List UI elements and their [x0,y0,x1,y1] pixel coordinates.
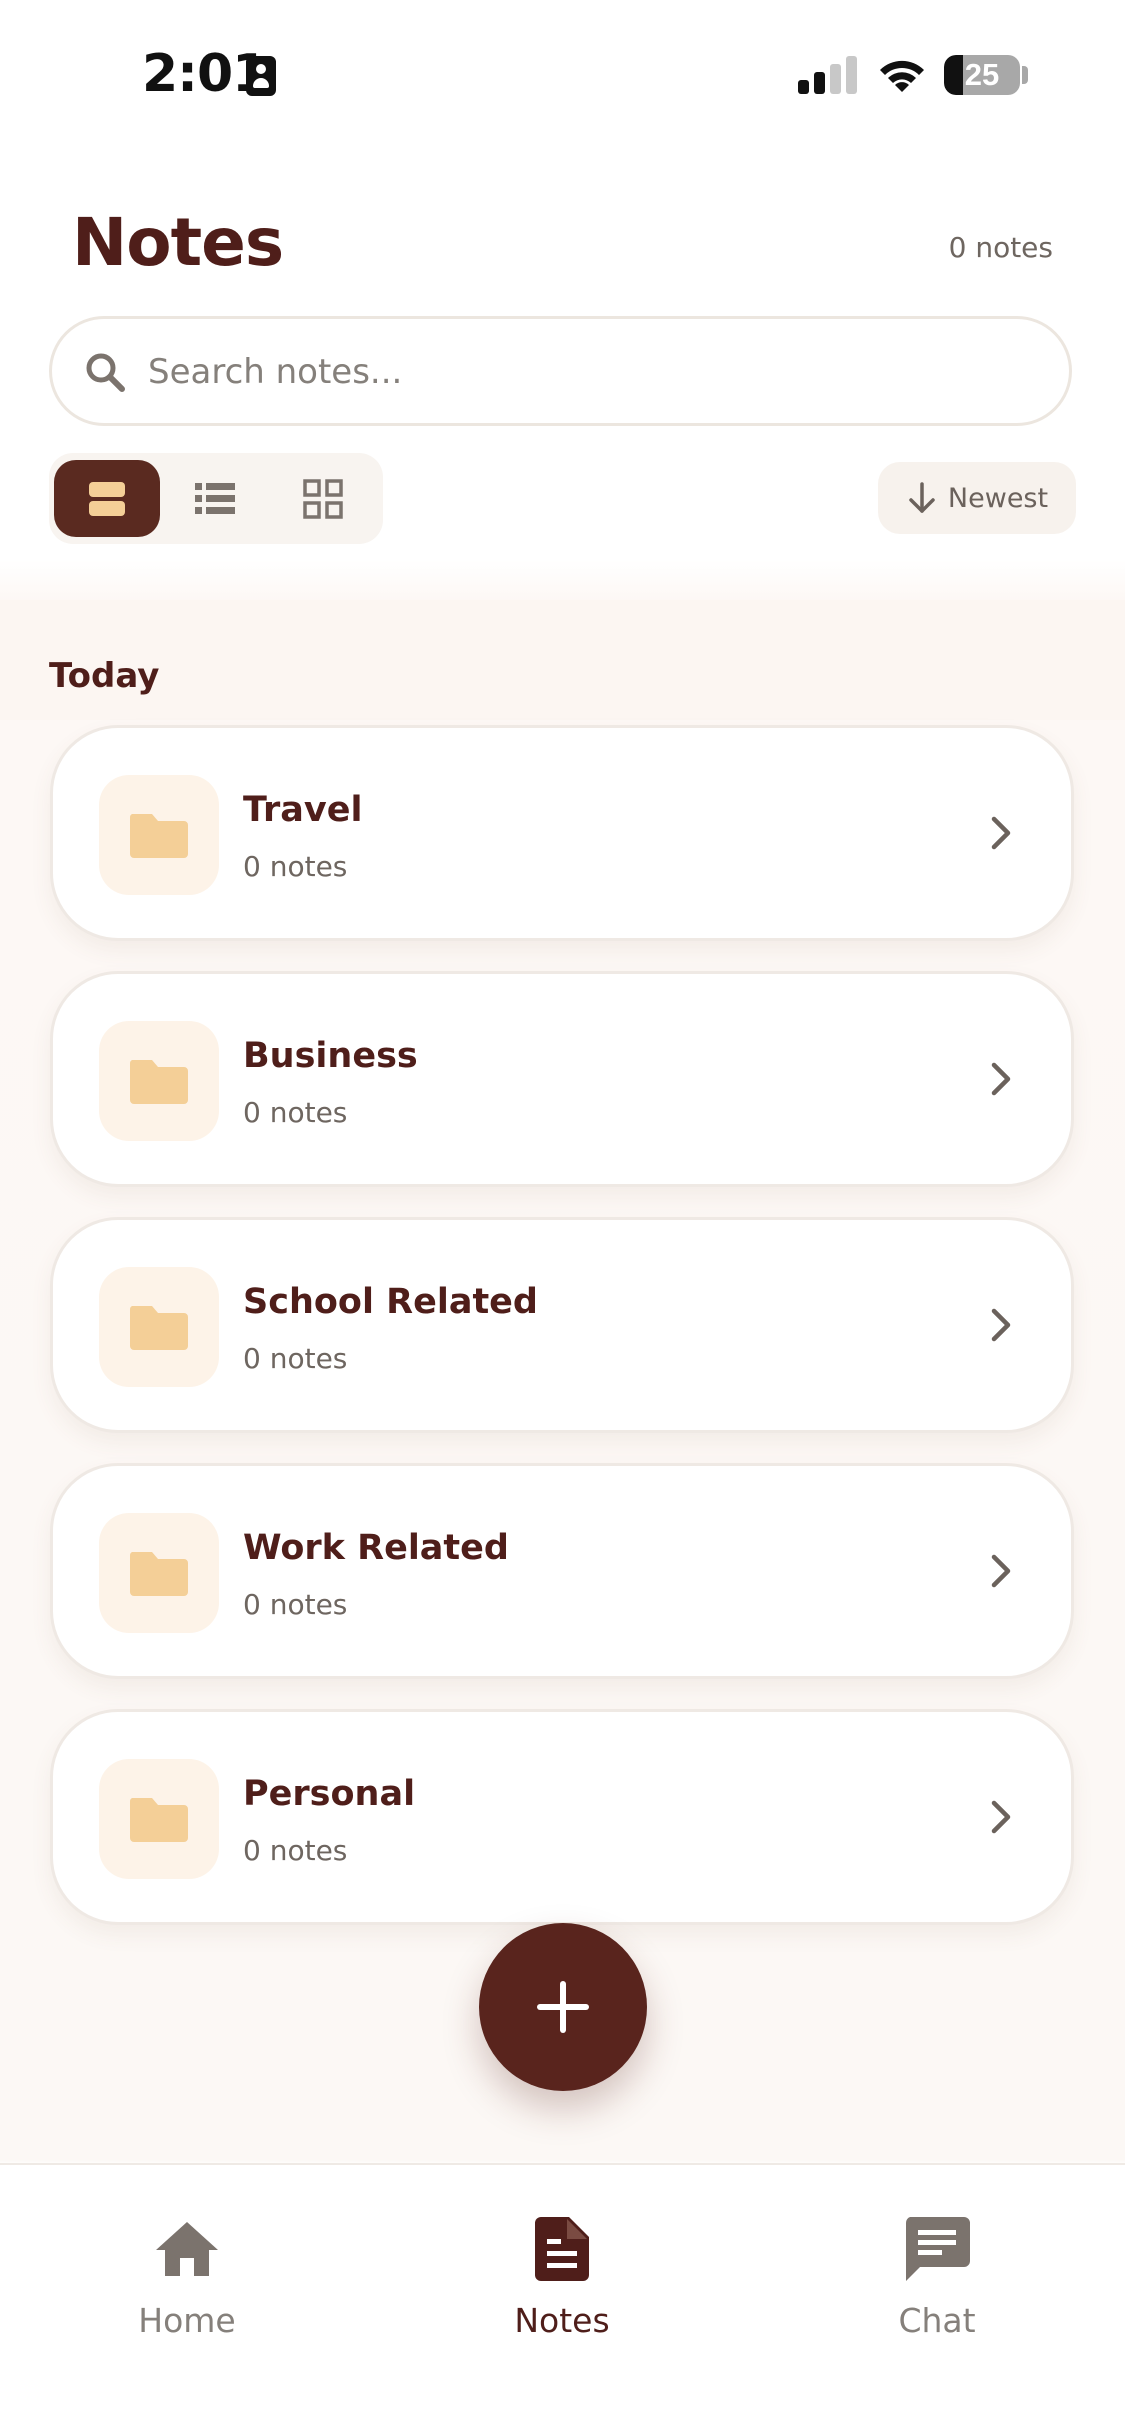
chevron-right-icon [991,1554,1011,1588]
folder-icon-box [99,1759,219,1879]
chat-icon [905,2217,970,2281]
folder-note-count: 0 notes [243,1834,348,1867]
tab-chat[interactable]: Chat [837,2215,1037,2340]
folder-note-count: 0 notes [243,1096,348,1129]
folder-card-personal[interactable]: Personal 0 notes [50,1709,1074,1925]
card-view-icon [89,481,125,516]
section-title-today: Today [49,656,160,696]
notes-app: 2:01 25 Notes 0 notes Search notes... Ne… [0,0,1125,2436]
chevron-right-icon [991,816,1011,850]
search-icon [86,353,125,392]
view-mode-toggle [49,453,383,544]
folder-icon [129,1552,188,1596]
battery-icon: 25 [944,55,1020,95]
folder-name: Travel [243,790,363,830]
chevron-right-icon [991,1308,1011,1342]
status-bar: 2:01 25 [0,0,1125,150]
battery-level: 25 [964,57,1000,92]
battery-cap [1022,66,1028,84]
grid-view-button[interactable] [270,460,376,537]
chevron-right-icon [991,1062,1011,1096]
home-icon [156,2222,218,2276]
sort-button[interactable]: Newest [878,462,1076,534]
search-input[interactable] [146,339,1010,405]
arrow-down-icon [909,482,935,513]
folder-icon-box [99,775,219,895]
folder-card-work-related[interactable]: Work Related 0 notes [50,1463,1074,1679]
folder-note-count: 0 notes [243,850,348,883]
folder-note-count: 0 notes [243,1342,348,1375]
folder-card-school-related[interactable]: School Related 0 notes [50,1217,1074,1433]
contact-card-icon [246,56,276,96]
folder-icon-box [99,1021,219,1141]
page-title: Notes [72,204,284,281]
search-bar[interactable] [49,316,1072,426]
section-header-band [0,600,1125,720]
tab-home[interactable]: Home [87,2215,287,2340]
folder-icon [129,1060,188,1104]
plus-icon [537,1981,589,2033]
document-icon [535,2217,589,2281]
folder-icon-box [99,1267,219,1387]
folder-card-business[interactable]: Business 0 notes [50,971,1074,1187]
tab-label-notes: Notes [514,2301,610,2340]
wifi-icon [880,60,924,92]
grid-view-icon [303,478,343,519]
folder-icon [129,1306,188,1350]
folder-icon [129,1798,188,1842]
folder-name: Personal [243,1774,416,1814]
folder-name: School Related [243,1282,538,1322]
cellular-signal-icon [798,56,858,94]
tab-notes[interactable]: Notes [462,2215,662,2340]
chevron-right-icon [991,1800,1011,1834]
folder-icon [129,814,188,858]
sort-label: Newest [947,482,1049,514]
folder-card-travel[interactable]: Travel 0 notes [50,725,1074,941]
list-view-button[interactable] [162,460,268,537]
bottom-tab-bar: Home Notes Chat [0,2163,1125,2436]
card-view-button[interactable] [54,460,160,537]
folder-note-count: 0 notes [243,1588,348,1621]
folder-name: Business [243,1036,418,1076]
total-notes-count: 0 notes [948,231,1053,264]
folder-name: Work Related [243,1528,509,1568]
folder-icon-box [99,1513,219,1633]
list-view-icon [195,482,235,514]
tab-label-chat: Chat [898,2301,976,2340]
add-note-button[interactable] [479,1923,647,2091]
tab-label-home: Home [138,2301,236,2340]
